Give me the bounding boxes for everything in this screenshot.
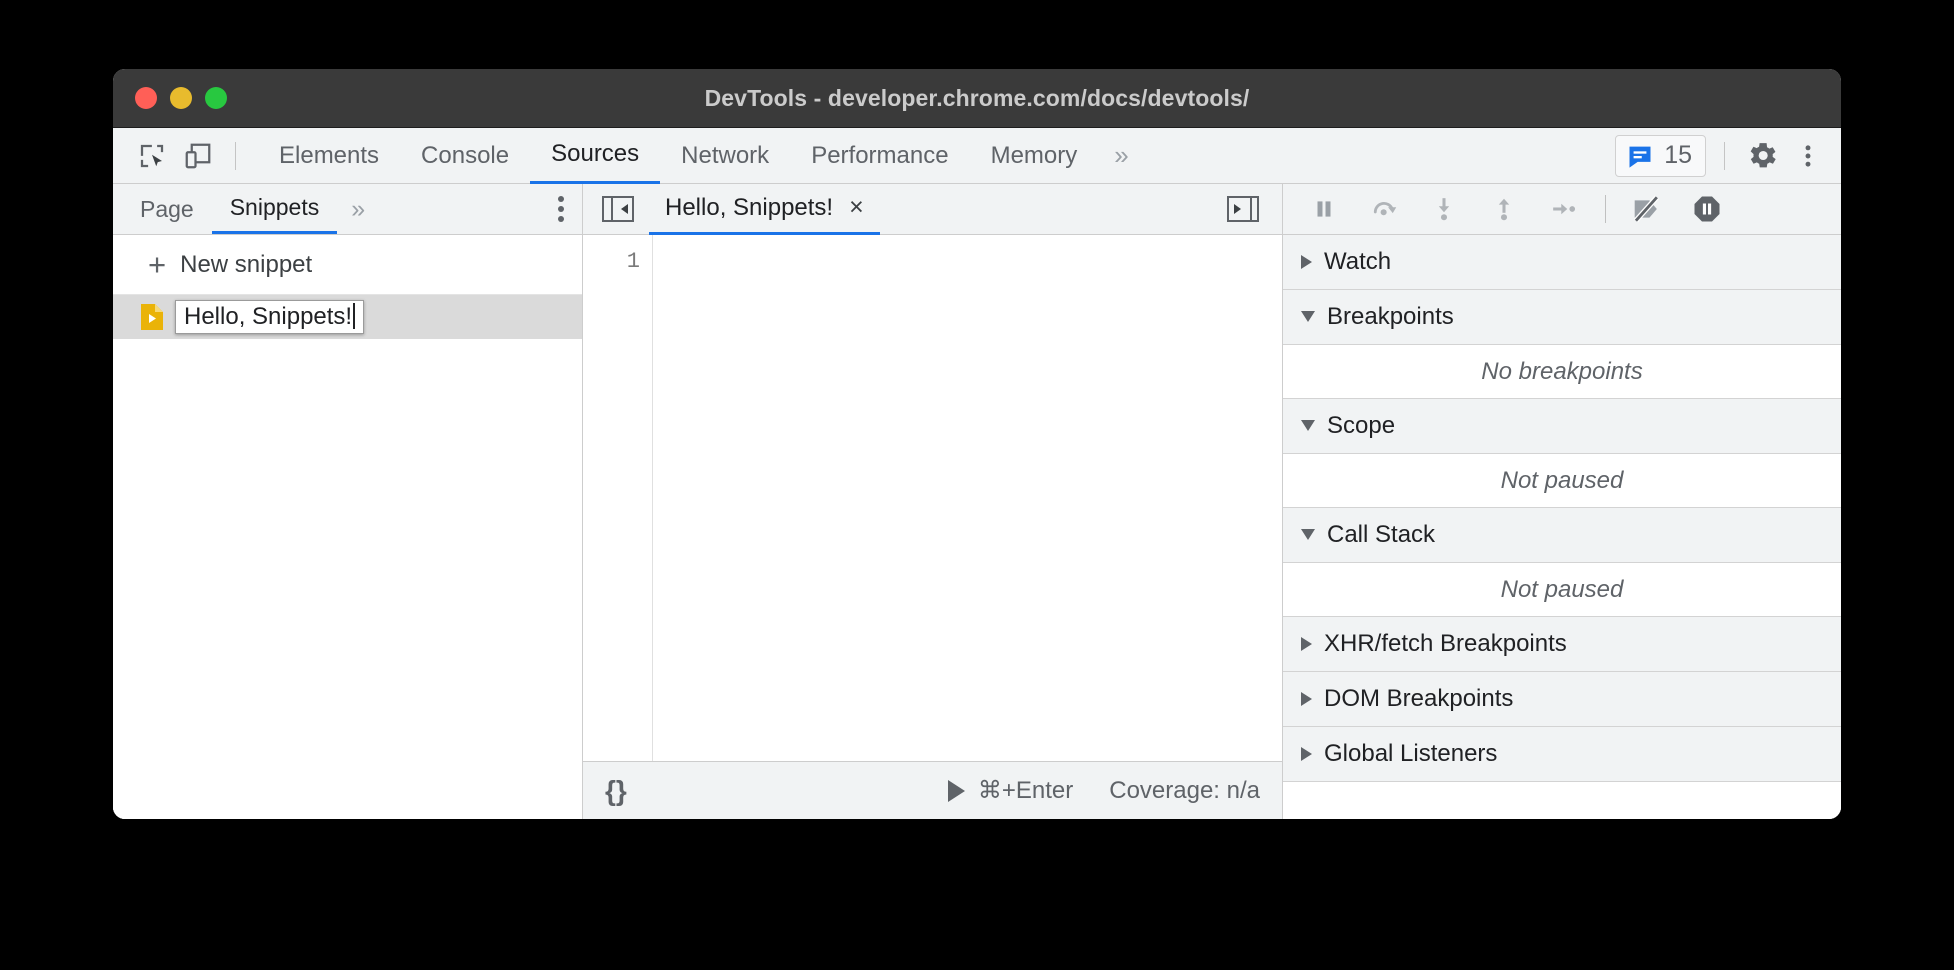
snippet-list-item[interactable]: Hello, Snippets! — [113, 295, 582, 339]
section-title-watch: Watch — [1324, 248, 1391, 276]
collapse-navigator-icon[interactable] — [601, 194, 635, 224]
navigator-tabbar-spacer — [379, 184, 540, 234]
sources-panel: Page Snippets » + New snippet — [113, 184, 1841, 819]
minimize-window-button[interactable] — [170, 87, 192, 109]
section-title-breakpoints: Breakpoints — [1327, 303, 1454, 331]
debugger-toolbar-divider — [1605, 195, 1606, 223]
section-title-call-stack: Call Stack — [1327, 521, 1435, 549]
editor-tab-snippet[interactable]: Hello, Snippets! × — [649, 184, 880, 235]
section-header-breakpoints[interactable]: Breakpoints — [1283, 290, 1841, 345]
plus-icon: + — [148, 249, 166, 280]
section-header-dom-breakpoints[interactable]: DOM Breakpoints — [1283, 672, 1841, 727]
tab-elements[interactable]: Elements — [258, 128, 400, 184]
section-title-scope: Scope — [1327, 412, 1395, 440]
section-header-watch[interactable]: Watch — [1283, 235, 1841, 290]
close-icon[interactable]: × — [849, 195, 864, 220]
more-tabs-chevron-icon[interactable]: » — [1098, 128, 1144, 184]
navigator-pane: Page Snippets » + New snippet — [113, 184, 583, 819]
snippet-rename-value: Hello, Snippets! — [184, 303, 352, 330]
tab-performance[interactable]: Performance — [790, 128, 969, 184]
pause-on-exceptions-icon[interactable] — [1688, 192, 1726, 226]
line-number: 1 — [583, 249, 640, 274]
code-surface[interactable] — [653, 235, 1282, 761]
devtools-window: DevTools - developer.chrome.com/docs/dev… — [113, 69, 1841, 819]
window-title: DevTools - developer.chrome.com/docs/dev… — [113, 85, 1841, 112]
devtools-main-toolbar: Elements Console Sources Network Perform… — [113, 128, 1841, 184]
console-message-badge[interactable]: 15 — [1615, 135, 1706, 177]
chevron-down-icon — [1301, 420, 1315, 431]
toolbar-divider-2 — [1724, 142, 1725, 170]
new-snippet-label: New snippet — [180, 251, 312, 279]
console-message-count: 15 — [1664, 141, 1692, 170]
chevron-down-icon — [1301, 311, 1315, 322]
new-snippet-button[interactable]: + New snippet — [113, 235, 582, 295]
section-title-global-listeners: Global Listeners — [1324, 740, 1497, 768]
run-shortcut-label: ⌘+Enter — [978, 776, 1073, 805]
editor-tabbar: Hello, Snippets! × — [583, 184, 1282, 235]
window-titlebar: DevTools - developer.chrome.com/docs/dev… — [113, 69, 1841, 128]
section-header-scope[interactable]: Scope — [1283, 399, 1841, 454]
step-icon[interactable] — [1545, 192, 1583, 226]
pause-icon[interactable] — [1305, 192, 1343, 226]
coverage-label: Coverage: n/a — [1109, 777, 1260, 805]
step-out-icon[interactable] — [1485, 192, 1523, 226]
code-editor[interactable]: 1 — [583, 235, 1282, 761]
section-header-call-stack[interactable]: Call Stack — [1283, 508, 1841, 563]
navigator-tab-snippets[interactable]: Snippets — [212, 184, 338, 234]
chevron-right-icon — [1301, 255, 1312, 269]
section-header-global-listeners[interactable]: Global Listeners — [1283, 727, 1841, 782]
breakpoints-empty-state: No breakpoints — [1283, 345, 1841, 399]
editor-pane: Hello, Snippets! × 1 — [583, 184, 1283, 819]
editor-status-right: ⌘+Enter Coverage: n/a — [948, 776, 1260, 805]
tab-sources[interactable]: Sources — [530, 128, 660, 184]
gear-icon[interactable] — [1739, 133, 1785, 179]
navigator-tabbar: Page Snippets » — [113, 184, 582, 235]
navigator-kebab-menu-icon[interactable] — [540, 184, 582, 234]
panel-tab-list: Elements Console Sources Network Perform… — [258, 128, 1145, 184]
inspect-element-icon[interactable] — [129, 133, 175, 179]
call-stack-empty-state: Not paused — [1283, 563, 1841, 617]
pretty-print-button[interactable]: {} — [605, 775, 627, 807]
debugger-toolbar — [1283, 184, 1841, 235]
kebab-menu-icon[interactable] — [1785, 133, 1831, 179]
navigator-more-tabs-chevron-icon[interactable]: » — [337, 184, 379, 234]
tab-network[interactable]: Network — [660, 128, 790, 184]
tab-console[interactable]: Console — [400, 128, 530, 184]
section-title-xhr-fetch-breakpoints: XHR/fetch Breakpoints — [1324, 630, 1567, 658]
line-number-gutter: 1 — [583, 235, 653, 761]
traffic-lights — [135, 87, 227, 109]
chevron-right-icon — [1301, 692, 1312, 706]
expand-debugger-icon[interactable] — [1226, 194, 1260, 224]
navigator-empty-space — [113, 339, 582, 819]
navigator-tab-page[interactable]: Page — [122, 184, 212, 234]
section-title-dom-breakpoints: DOM Breakpoints — [1324, 685, 1513, 713]
screenshot-stage: DevTools - developer.chrome.com/docs/dev… — [0, 0, 1954, 970]
section-header-xhr-fetch-breakpoints[interactable]: XHR/fetch Breakpoints — [1283, 617, 1841, 672]
chevron-right-icon — [1301, 637, 1312, 651]
step-into-icon[interactable] — [1425, 192, 1463, 226]
chevron-down-icon — [1301, 529, 1315, 540]
tab-memory[interactable]: Memory — [970, 128, 1099, 184]
snippet-rename-input[interactable]: Hello, Snippets! — [175, 300, 364, 335]
console-message-icon — [1626, 142, 1654, 170]
step-over-icon[interactable] — [1365, 192, 1403, 226]
debugger-sections: Watch Breakpoints No breakpoints Scope N… — [1283, 235, 1841, 819]
zoom-window-button[interactable] — [205, 87, 227, 109]
debugger-sidebar: Watch Breakpoints No breakpoints Scope N… — [1283, 184, 1841, 819]
toolbar-divider — [235, 142, 236, 170]
editor-status-bar: {} ⌘+Enter Coverage: n/a — [583, 761, 1282, 819]
deactivate-breakpoints-icon[interactable] — [1628, 192, 1666, 226]
editor-tab-label: Hello, Snippets! — [665, 194, 833, 222]
chevron-right-icon — [1301, 747, 1312, 761]
text-caret — [353, 303, 355, 329]
device-toolbar-icon[interactable] — [175, 133, 221, 179]
close-window-button[interactable] — [135, 87, 157, 109]
snippet-file-icon — [141, 304, 163, 330]
scope-empty-state: Not paused — [1283, 454, 1841, 508]
run-snippet-icon[interactable] — [948, 780, 965, 802]
